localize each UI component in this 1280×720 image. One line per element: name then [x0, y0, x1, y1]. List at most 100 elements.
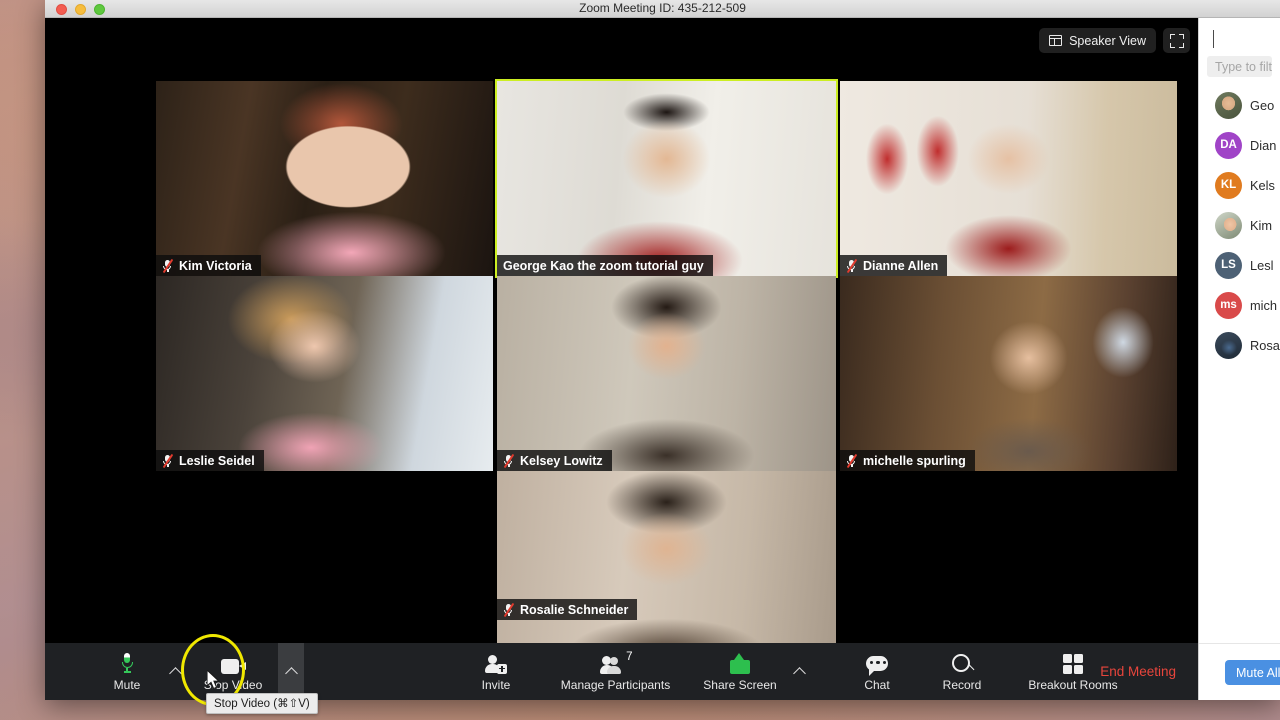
window-titlebar: Zoom Meeting ID: 435-212-509 — [45, 0, 1280, 18]
video-options-caret[interactable] — [278, 643, 304, 700]
participants-panel-header — [1199, 18, 1280, 56]
participant-name: mich — [1250, 297, 1278, 313]
avatar: KL — [1215, 171, 1242, 199]
participant-count-badge: 7 — [626, 650, 633, 663]
video-feed — [156, 276, 493, 471]
avatar-initials: ms — [1220, 299, 1237, 311]
enter-fullscreen-button[interactable] — [1163, 28, 1190, 53]
manage-participants-button[interactable]: 7 Manage Participants — [543, 643, 688, 700]
video-tile-leslie-seidel[interactable]: Leslie Seidel — [156, 276, 493, 471]
participant-name: Lesl — [1250, 257, 1274, 273]
participant-row-kim[interactable]: Kim — [1199, 205, 1280, 245]
record-circle-icon — [951, 652, 975, 674]
participant-name: Dianne Allen — [863, 258, 939, 273]
people-icon: 7 — [599, 650, 633, 674]
avatar-initials: LS — [1221, 259, 1236, 271]
zoom-meeting-window: Zoom Meeting ID: 435-212-509 Speaker Vie… — [45, 0, 1280, 700]
video-feed — [497, 276, 836, 471]
chevron-up-icon — [792, 667, 806, 680]
avatar-initials: KL — [1220, 179, 1237, 191]
microphone-muted-icon — [846, 258, 858, 273]
collapse-panel-button[interactable] — [1213, 30, 1231, 48]
participant-name-badge: Leslie Seidel — [156, 450, 264, 471]
breakout-grid-icon — [1063, 652, 1083, 674]
share-screen-icon — [729, 652, 751, 674]
share-options-caret[interactable] — [788, 643, 810, 700]
video-tile-michelle-spurling[interactable]: michelle spurling — [840, 276, 1177, 471]
invite-label: Invite — [481, 677, 511, 692]
chevron-up-icon — [284, 667, 298, 680]
mouse-pointer-icon — [206, 668, 223, 697]
microphone-muted-icon — [162, 453, 174, 468]
mute-all-button[interactable]: Mute All — [1225, 660, 1280, 685]
participant-row-dianne[interactable]: DA Dian — [1199, 125, 1280, 165]
video-tile-rosalie-schneider[interactable]: Rosalie Schneider — [497, 471, 836, 666]
participant-name: Kels — [1250, 177, 1275, 193]
avatar: LS — [1215, 251, 1242, 279]
mute-button[interactable]: Mute — [90, 643, 164, 700]
participant-row-george[interactable]: Geo — [1199, 85, 1280, 125]
participants-panel: Type to filter Geo DA Dian KL Kels — [1198, 18, 1280, 700]
window-title: Zoom Meeting ID: 435-212-509 — [579, 1, 746, 15]
participant-name: Kim — [1250, 217, 1273, 233]
video-camera-icon — [220, 652, 246, 674]
participant-name: Kim Victoria — [179, 258, 252, 273]
participant-row-kelsey[interactable]: KL Kels — [1199, 165, 1280, 205]
end-meeting-button[interactable]: End Meeting — [1100, 643, 1176, 700]
participant-name-badge: George Kao the zoom tutorial guy — [497, 255, 713, 276]
avatar: ms — [1215, 291, 1242, 319]
participant-name-badge: Kelsey Lowitz — [497, 450, 612, 471]
avatar — [1215, 331, 1242, 359]
video-tile-george-kao[interactable]: George Kao the zoom tutorial guy — [495, 79, 838, 278]
avatar — [1215, 211, 1242, 239]
share-screen-button[interactable]: Share Screen — [692, 643, 788, 700]
video-feed — [497, 81, 836, 276]
participant-name: George Kao the zoom tutorial guy — [503, 258, 704, 273]
participant-name: Dian — [1250, 137, 1277, 153]
video-feed — [156, 81, 493, 276]
participant-list: Geo DA Dian KL Kels Kim LS Lesl ms mich … — [1199, 85, 1280, 365]
invite-button[interactable]: Invite — [459, 643, 533, 700]
record-label: Record — [942, 677, 982, 692]
microphone-muted-icon — [503, 602, 515, 617]
layout-grid-icon — [1049, 35, 1063, 46]
participant-row-rosalie[interactable]: Rosa — [1199, 325, 1280, 365]
avatar-initials: DA — [1220, 139, 1237, 151]
video-tile-kim-victoria[interactable]: Kim Victoria — [156, 81, 493, 276]
microphone-icon — [121, 652, 133, 674]
participant-name: Rosa — [1250, 337, 1280, 353]
chat-button[interactable]: Chat — [840, 643, 914, 700]
participant-name: Kelsey Lowitz — [520, 453, 603, 468]
participant-row-michelle[interactable]: ms mich — [1199, 285, 1280, 325]
video-feed — [840, 276, 1177, 471]
mute-label: Mute — [113, 677, 141, 692]
chevron-down-icon — [1213, 30, 1214, 48]
participant-name-badge: Kim Victoria — [156, 255, 261, 276]
participant-filter-input[interactable]: Type to filter — [1207, 56, 1272, 77]
view-controls: Speaker View — [1039, 28, 1190, 53]
video-stage: Speaker View Kim Victoria George Kao the… — [45, 18, 1198, 666]
participant-name: Rosalie Schneider — [520, 602, 629, 617]
audio-options-caret[interactable] — [164, 643, 186, 700]
chat-bubble-icon — [866, 652, 888, 676]
participant-row-leslie[interactable]: LS Lesl — [1199, 245, 1280, 285]
person-add-icon — [485, 652, 507, 674]
participant-name-badge: michelle spurling — [840, 450, 975, 471]
participant-name-badge: Rosalie Schneider — [497, 599, 638, 620]
microphone-muted-icon — [162, 258, 174, 273]
video-feed — [497, 471, 836, 666]
participants-panel-footer: Mute All — [1199, 643, 1280, 700]
microphone-muted-icon — [503, 453, 515, 468]
record-button[interactable]: Record — [925, 643, 999, 700]
video-tile-dianne-allen[interactable]: Dianne Allen — [840, 81, 1177, 276]
participant-name: michelle spurling — [863, 453, 966, 468]
participant-name: Geo — [1250, 97, 1275, 113]
video-tile-kelsey-lowitz[interactable]: Kelsey Lowitz — [497, 276, 836, 471]
avatar — [1215, 91, 1242, 119]
chevron-up-icon — [168, 667, 182, 680]
participant-name: Leslie Seidel — [179, 453, 255, 468]
speaker-view-label: Speaker View — [1069, 33, 1146, 48]
end-meeting-label: End Meeting — [1100, 664, 1176, 679]
video-feed — [840, 81, 1177, 276]
speaker-view-button[interactable]: Speaker View — [1039, 28, 1156, 53]
